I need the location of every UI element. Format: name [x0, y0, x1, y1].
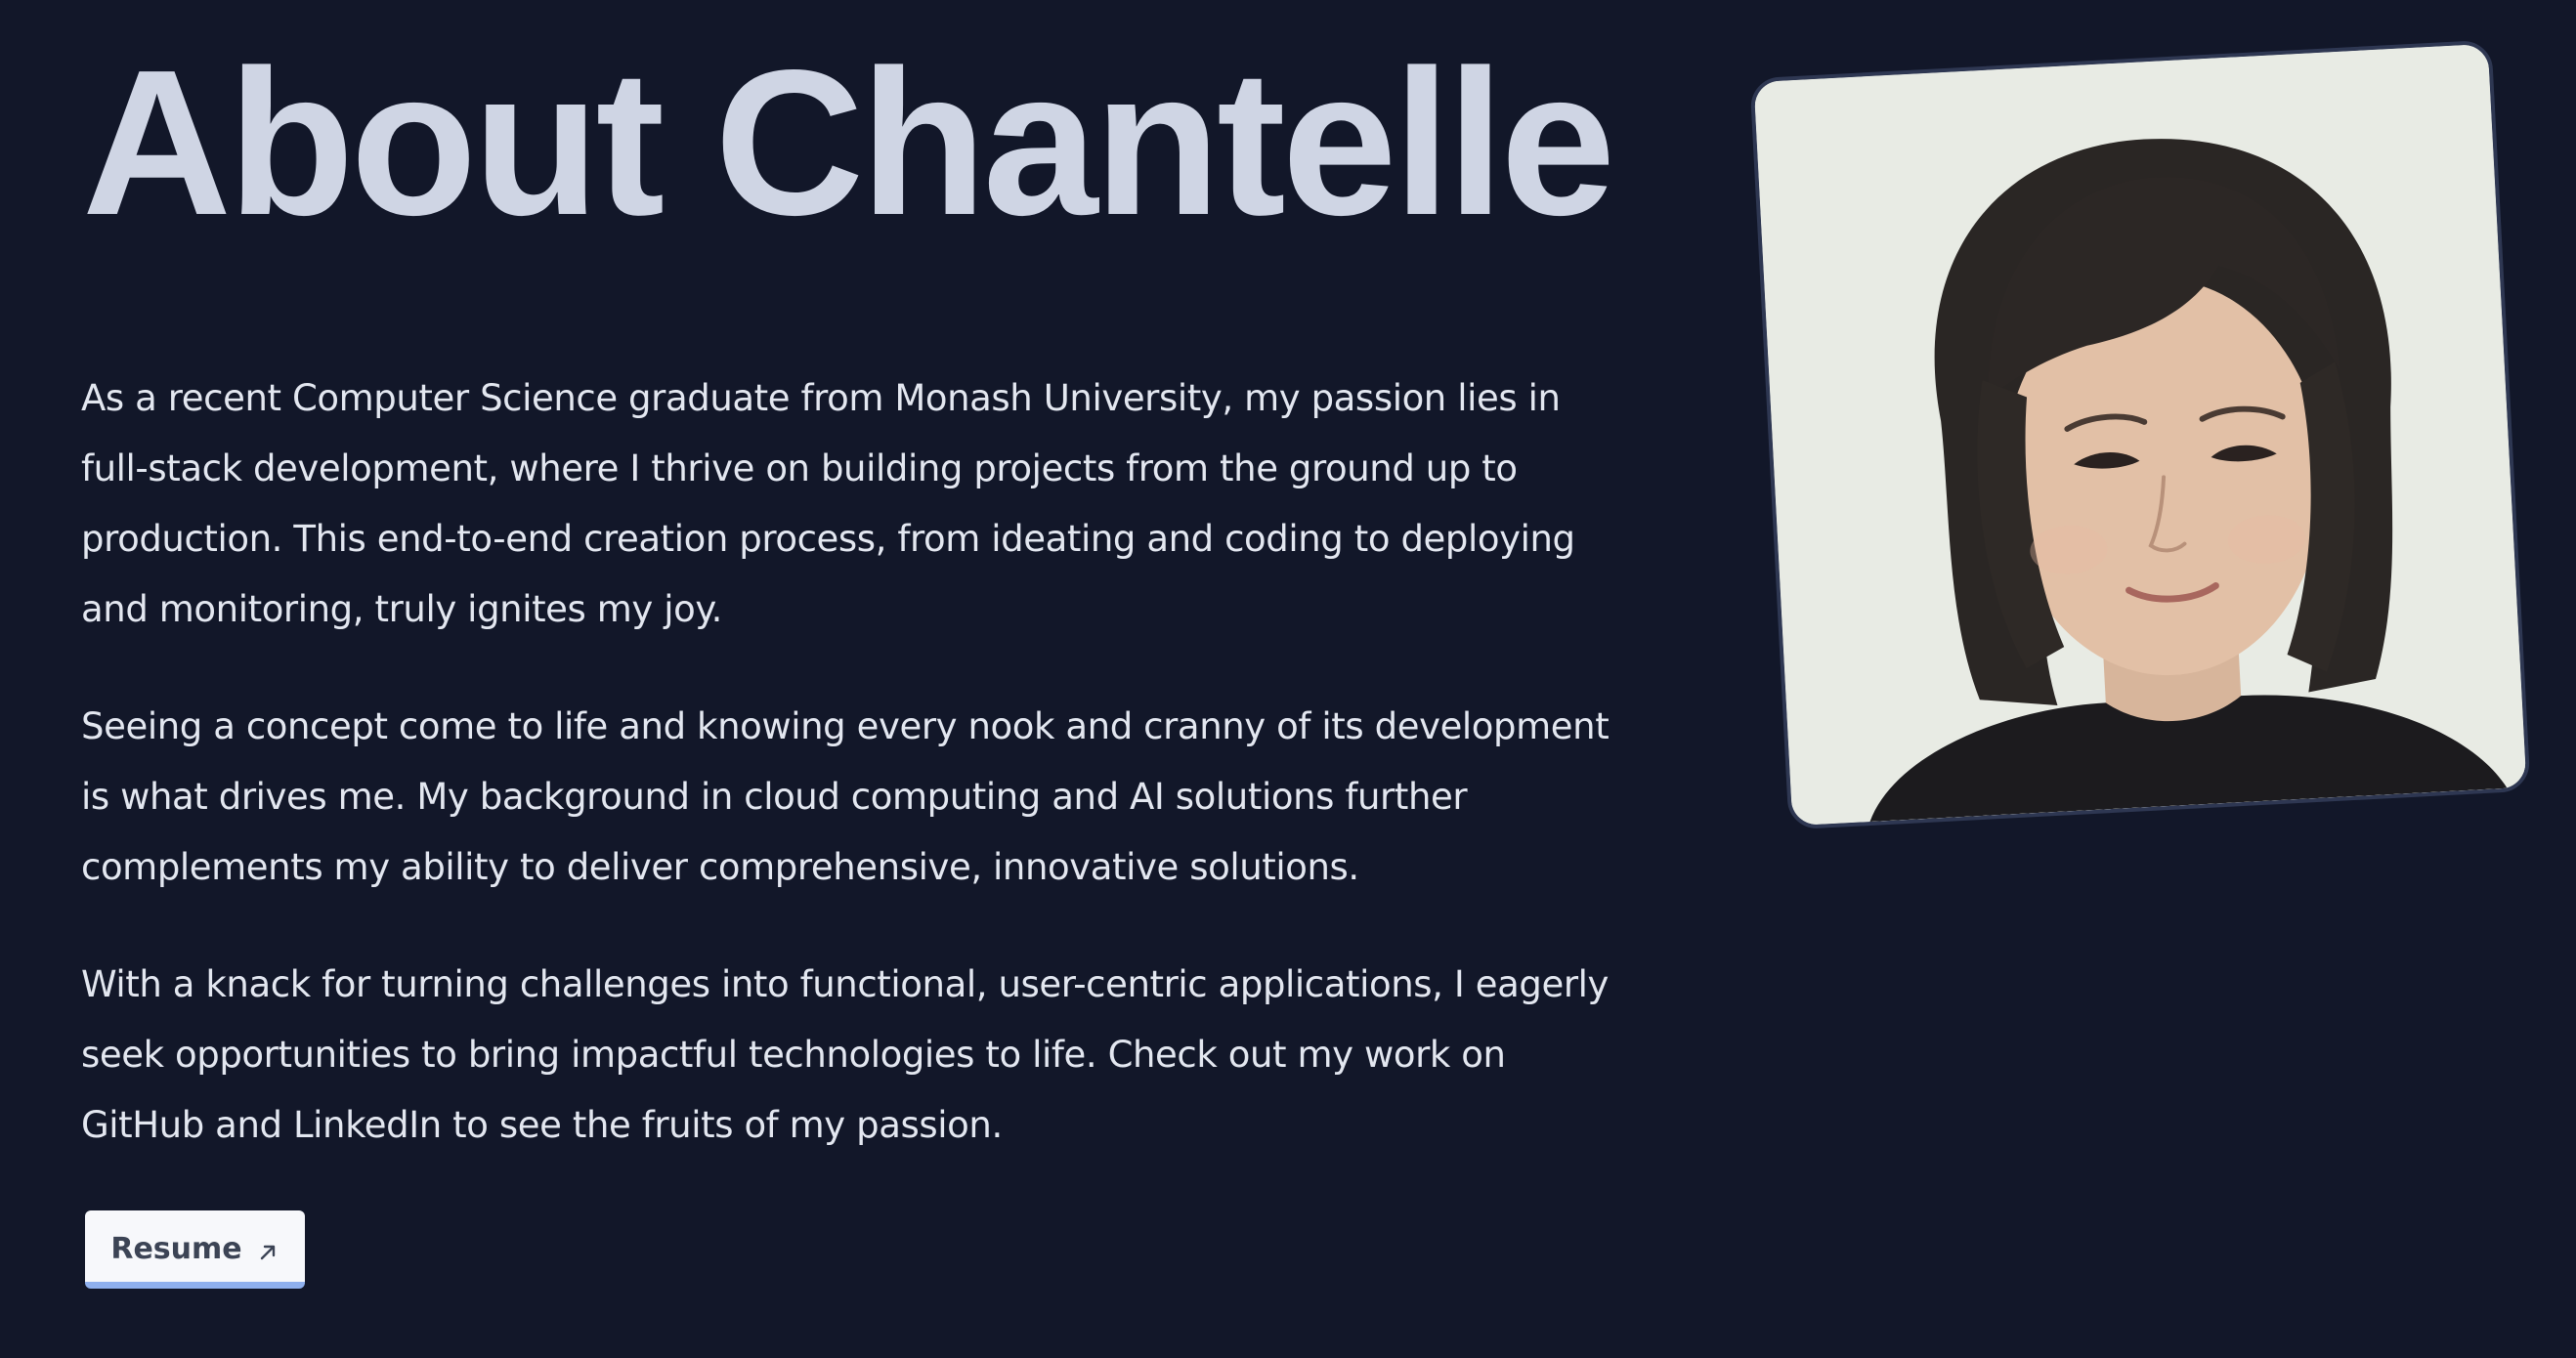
bio-paragraph-3: With a knack for turning challenges into…	[81, 963, 1610, 1146]
bio-text: As a recent Computer Science graduate fr…	[81, 363, 1615, 1208]
resume-button-label: Resume	[110, 1232, 242, 1266]
about-section: About Chantelle As a recent Computer Sci…	[0, 0, 2576, 1358]
bio-paragraph-1: As a recent Computer Science graduate fr…	[81, 377, 1575, 630]
page-title: About Chantelle	[82, 26, 1615, 258]
arrow-up-right-icon	[256, 1238, 279, 1261]
bio-paragraph-2: Seeing a concept come to life and knowin…	[81, 705, 1610, 888]
profile-photo	[1749, 39, 2531, 830]
resume-button[interactable]: Resume	[85, 1210, 305, 1289]
